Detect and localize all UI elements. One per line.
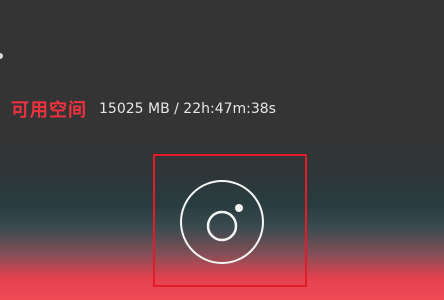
storage-info: 可用空间 15025 MB / 22h:47m:38s [11, 96, 276, 122]
camera-lens-icon [206, 204, 243, 242]
storage-value: 15025 MB / 22h:47m:38s [99, 101, 276, 117]
camera-shutter-button[interactable] [180, 180, 264, 264]
storage-label: 可用空间 [11, 100, 87, 121]
edge-indicator-dot [0, 53, 3, 59]
